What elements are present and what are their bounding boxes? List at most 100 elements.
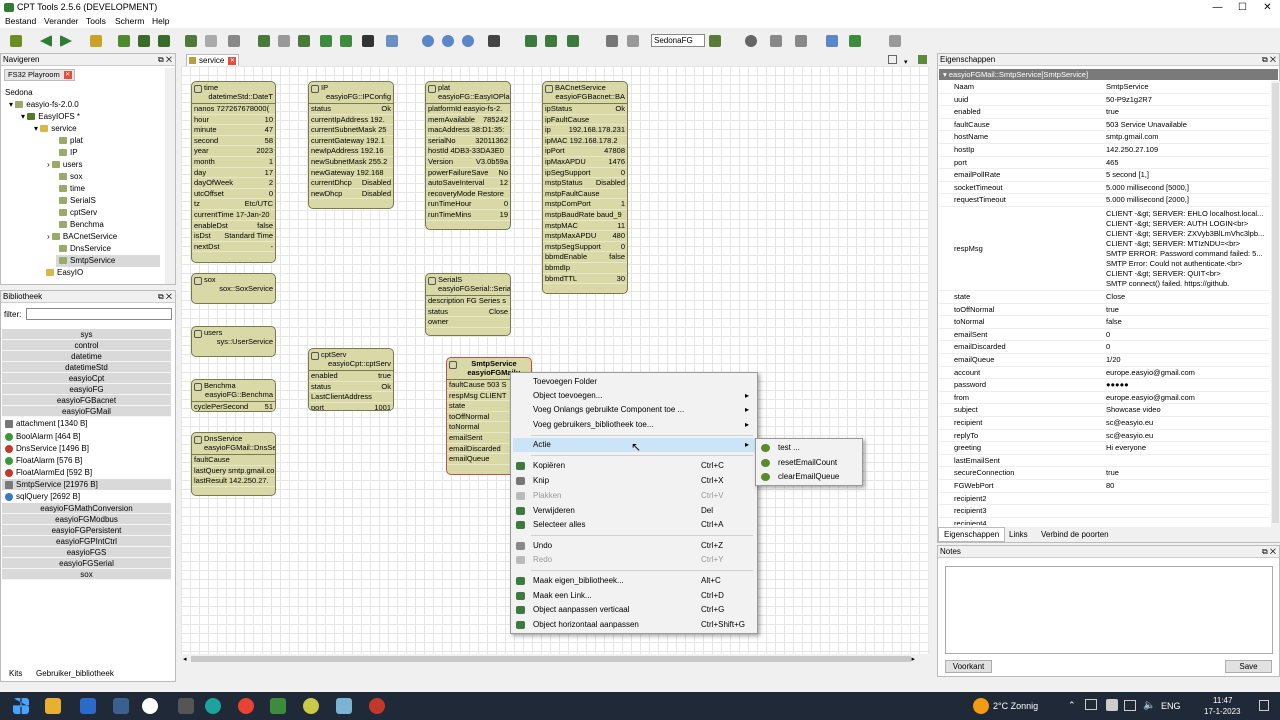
slot-row[interactable]: serialNo 32011362 [426, 135, 510, 147]
link-tool-icon[interactable] [545, 35, 557, 47]
component-ip[interactable]: IP easyioFG::IPConfig status Ok currentIpAd… [308, 81, 394, 209]
slot-row[interactable]: port 1001 [309, 402, 393, 410]
slot-row[interactable]: macAddress 38:D1:35: [426, 125, 510, 136]
menu-make-library[interactable]: Maak eigen_bibliotheek... Alt+C [513, 574, 755, 588]
tree-plat[interactable]: plat [59, 135, 83, 147]
edit-icon[interactable] [770, 35, 782, 47]
lib-section[interactable]: datetimeStd [2, 362, 171, 373]
menu-add-folder[interactable]: Toevoegen Folder [513, 375, 755, 389]
print-icon[interactable] [228, 35, 240, 47]
tree-benchma[interactable]: Benchma [59, 219, 104, 231]
menu-add-user-library[interactable]: Voeg gebruikers_bibliotheek toe... ▸ [513, 418, 755, 432]
network-icon[interactable] [1124, 700, 1136, 711]
grid-icon[interactable] [888, 55, 897, 64]
slot-row[interactable]: ipFaultCause [543, 114, 627, 126]
slot-row[interactable]: mstpComPort 1 [543, 199, 627, 210]
slot-row[interactable]: currentIpAddress 192. [309, 114, 393, 126]
slot-row[interactable]: currentDhcp Disabled [309, 178, 393, 189]
lib-section[interactable]: easyioFGMathConversion [2, 503, 171, 514]
clock-date[interactable]: 17-1-2023 [1204, 707, 1240, 716]
lib-section[interactable]: easyioFGMail [2, 406, 171, 417]
slot-row[interactable]: ipMAC 192.168.178.2 [543, 135, 627, 147]
lib-section[interactable]: easyioFG [2, 384, 171, 395]
close-tab-icon[interactable]: ✕ [228, 57, 237, 65]
slot-row[interactable]: lastResult 142.250.27. [192, 476, 275, 487]
notepad-icon[interactable] [270, 698, 286, 714]
scroll-thumb[interactable] [191, 656, 911, 662]
undo-icon[interactable] [606, 35, 618, 47]
chevron-down-icon[interactable]: ▾ [904, 58, 908, 66]
close-tab-icon[interactable]: ✕ [63, 71, 72, 79]
tab-kits[interactable]: Kits [9, 669, 22, 678]
component-cptserv[interactable]: cptServ easyioCpt::cptServ enabled true sta… [308, 348, 394, 411]
menu-align-horizontal[interactable]: Object horizontaal aanpassen Ctrl+Shift+G [513, 618, 755, 632]
menu-cut[interactable]: Knip Ctrl+X [513, 474, 755, 488]
property-row[interactable]: toOffNormal true [939, 304, 1269, 317]
lib-section[interactable]: easyioFGModbus [2, 514, 171, 525]
menu-align-vertical[interactable]: Object aanpassen verticaal Ctrl+G [513, 603, 755, 617]
slot-row[interactable]: status Ok [309, 381, 393, 393]
menu-add-recent[interactable]: Voeg Onlangs gebruikte Component toe ...… [513, 403, 755, 417]
property-row[interactable]: emailSent 0 [939, 329, 1269, 342]
property-row[interactable]: emailPollRate 5 second [1,] [939, 169, 1269, 182]
panel-close-icon[interactable]: ⧉ ✕ [158, 54, 172, 66]
slot-row[interactable]: day 17 [192, 167, 275, 179]
lib-section[interactable]: datetime [2, 351, 171, 362]
tree-dns[interactable]: DnsService [59, 243, 111, 255]
link-icon[interactable] [320, 35, 332, 47]
slot-row[interactable]: second 58 [192, 135, 275, 147]
connect-icon[interactable] [118, 35, 130, 47]
component-time[interactable]: time datetimeStd::DateT nanos 72726767800… [191, 81, 276, 263]
open-folder-icon[interactable] [90, 35, 102, 47]
submenu-reset-email-count[interactable]: resetEmailCount [758, 456, 860, 470]
slot-row[interactable]: tz Etc/UTC [192, 199, 275, 210]
slot-row[interactable]: mstpFaultCause [543, 188, 627, 200]
menu-select-all[interactable]: Selecteer alles Ctrl+A [513, 518, 755, 532]
slot-row[interactable]: utcOffset 0 [192, 188, 275, 200]
slot-row[interactable]: lastQuery smtp.gmail.co [192, 465, 275, 477]
tree-easyio-fs[interactable]: ▾ easyio-fs-2.0.0 [9, 99, 79, 111]
component-sox[interactable]: sox sox::SoxService [191, 273, 276, 304]
property-row[interactable]: socketTimeout 5.000 millisecond [5000,] [939, 182, 1269, 195]
tool-icon[interactable] [185, 35, 197, 47]
slot-row[interactable]: mstpMAC 11 [543, 220, 627, 232]
slot-row[interactable]: mstpStatus Disabled [543, 178, 627, 189]
lib-section[interactable]: easyioFGBacnet [2, 395, 171, 406]
language-indicator[interactable]: ENG [1161, 701, 1181, 711]
lib-section[interactable]: easyioFGPIntCtrl [2, 536, 171, 547]
lib-section[interactable]: easyioCpt [2, 373, 171, 384]
slot-row[interactable]: autoSaveInterval 12 [426, 178, 510, 189]
panel-close-icon[interactable]: ⧉ ✕ [1262, 54, 1276, 66]
slot-row[interactable]: faultCause [192, 455, 275, 466]
component-dns[interactable]: DnsService easyioFGMail::DnsSe faultCause… [191, 432, 276, 496]
property-row[interactable]: recipient2 [939, 493, 1269, 506]
monitor-icon[interactable] [1085, 699, 1097, 710]
menu-scherm[interactable]: Scherm [115, 15, 144, 28]
outlook-icon[interactable] [80, 698, 96, 714]
slot-row[interactable]: isDst Standard Time [192, 231, 275, 242]
remote-desktop-icon[interactable] [142, 698, 158, 714]
paste-icon[interactable] [278, 35, 290, 47]
slot-row[interactable]: description FG Series s [426, 296, 510, 307]
property-row[interactable]: subject Showcase video [939, 404, 1269, 417]
cpt-tools-icon[interactable] [303, 698, 319, 714]
lib-item-floatalarmed[interactable]: FloatAlarmEd [592 B] [5, 467, 92, 478]
property-row[interactable]: port 465 [939, 157, 1269, 170]
slot-row[interactable]: mstpBaudRate baud_9 [543, 209, 627, 221]
menu-help[interactable]: Help [152, 15, 169, 28]
wrench-icon[interactable] [826, 35, 838, 47]
slot-row[interactable]: newIpAddress 192.16 [309, 146, 393, 157]
clock-time[interactable]: 11:47 [1213, 696, 1232, 705]
layout-icon[interactable] [10, 35, 22, 47]
tree-smtp[interactable]: SmtpService [56, 255, 160, 267]
component-benchma[interactable]: Benchma easyioFG::Benchma cyclePerSecond 5… [191, 379, 276, 412]
slot-row[interactable]: recoveryMode Restore [426, 188, 510, 200]
lib-item-boolalarm[interactable]: BoolAlarm [464 B] [5, 431, 80, 442]
slot-row[interactable]: bbmdIp [543, 262, 627, 274]
tree-easyiofs[interactable]: ▾ EasyIOFS * [21, 111, 80, 123]
property-row[interactable]: recipient4 [939, 518, 1269, 525]
slot-row[interactable]: currentTime 17-Jan-20 [192, 209, 275, 221]
menu-undo[interactable]: Undo Ctrl+Z [513, 539, 755, 553]
slot-row[interactable]: nanos 727267678000( [192, 104, 275, 115]
chrome-icon[interactable] [238, 698, 254, 714]
